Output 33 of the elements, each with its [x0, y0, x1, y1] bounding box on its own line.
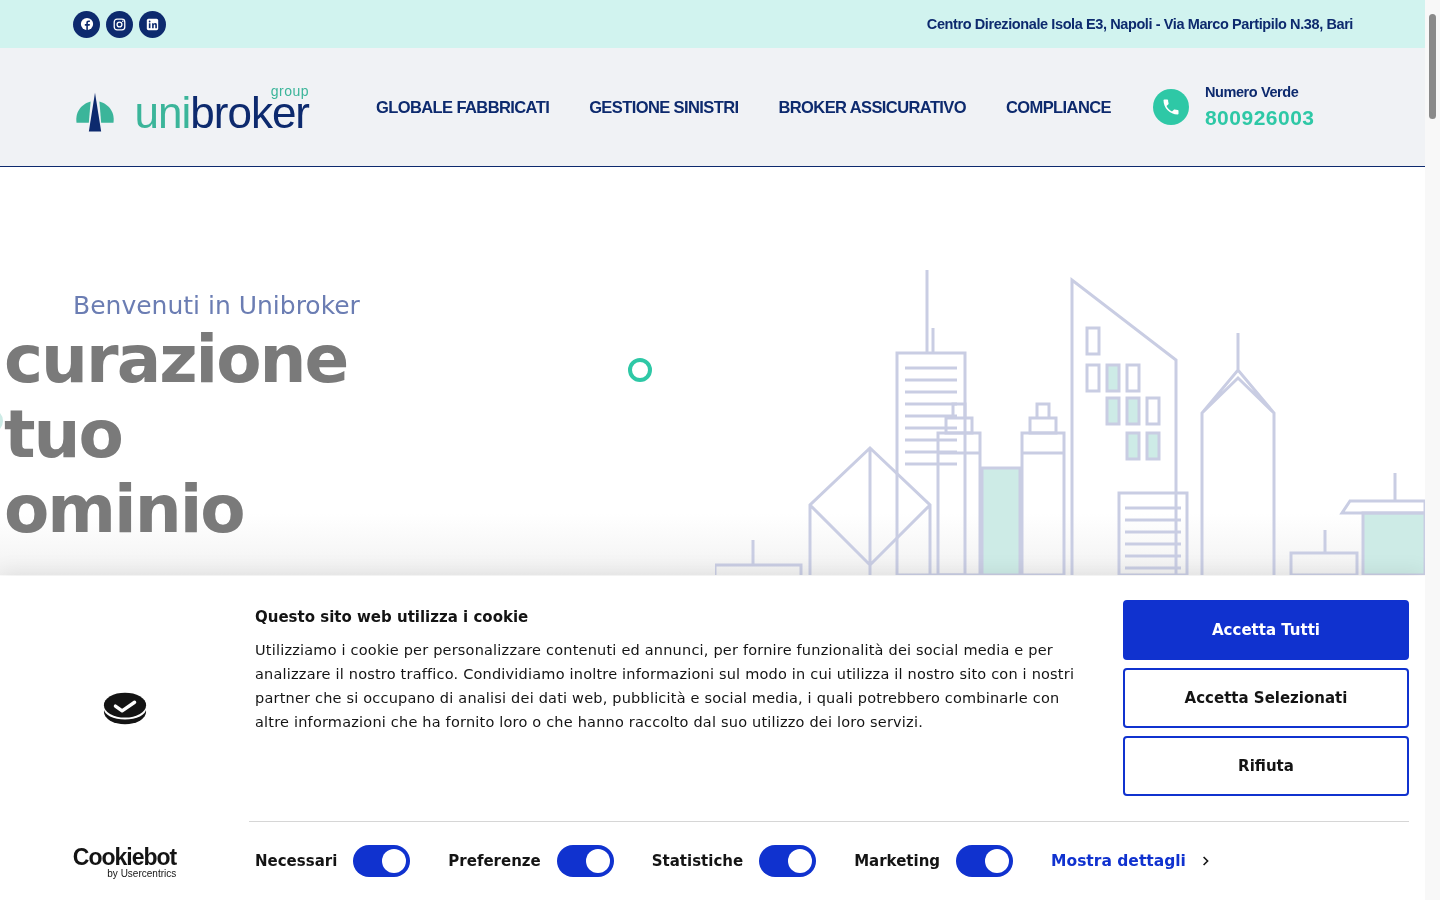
cookie-button[interactable]: Accetta Selezionati: [1123, 668, 1409, 728]
cookiebot-logo: Cookiebot: [72, 846, 177, 868]
consent-toggle[interactable]: [353, 845, 411, 877]
toggle-label: Preferenze: [448, 852, 541, 870]
hero-subtitle: Benvenuti in Unibroker: [73, 291, 360, 320]
facebook-icon[interactable]: [73, 10, 100, 38]
consent-toggle[interactable]: [956, 845, 1014, 877]
ring-decoration: [628, 358, 652, 382]
toggle-label: Necessari: [255, 852, 338, 870]
address-text: Centro Direzionale Isola E3, Napoli - Via Marco Partipilo N.38, Bari: [926, 16, 1353, 32]
nav-link[interactable]: GESTIONE SINISTRI: [589, 97, 739, 117]
consent-toggle[interactable]: [556, 845, 614, 877]
cookie-title: Questo sito web utilizza i cookie: [255, 608, 530, 626]
scrollbar[interactable]: [1425, 0, 1440, 900]
hero-heading-line: curazione: [4, 322, 348, 397]
nav-link[interactable]: BROKER ASSICURATIVO: [778, 97, 966, 117]
cookiebot-byline: by Usercentrics: [107, 868, 177, 879]
chevron-right-icon[interactable]: [1201, 855, 1210, 867]
nav-link[interactable]: GLOBALE FABBRICATI: [376, 97, 550, 117]
instagram-icon[interactable]: [106, 10, 133, 38]
hero-heading-line: ominio: [4, 472, 244, 547]
toggle-label: Statistiche: [651, 852, 744, 870]
nav-link[interactable]: COMPLIANCE: [1006, 97, 1111, 117]
consent-toggle[interactable]: [759, 845, 817, 877]
linkedin-icon[interactable]: [139, 10, 166, 38]
phone-label: Numero Verde: [1204, 84, 1300, 100]
cookie-description: Utilizziamo i cookie per personalizzare contenuti ed annunci, per fornire funzionalità dei social media e per analizzare il nostro traffico. Condividiamo inoltre informazioni sul modo in cui utilizza il nostro sito con i nostri partner che si occupano di analisi dei dati web, pubblicità e social media, i quali potrebbero combinarle con altre informazioni che ha fornito loro o che hanno raccolto dal suo utilizzo dei loro servizi.: [255, 641, 1075, 732]
hero-heading-line: tuo: [4, 397, 122, 472]
accept-all-button[interactable]: Accetta Tutti: [1123, 600, 1409, 660]
show-details-link[interactable]: Mostra dettagli: [1051, 852, 1186, 870]
consent-check-icon: [101, 690, 148, 726]
toggle-label: Marketing: [854, 852, 941, 870]
cookie-button[interactable]: Rifiuta: [1123, 736, 1409, 796]
